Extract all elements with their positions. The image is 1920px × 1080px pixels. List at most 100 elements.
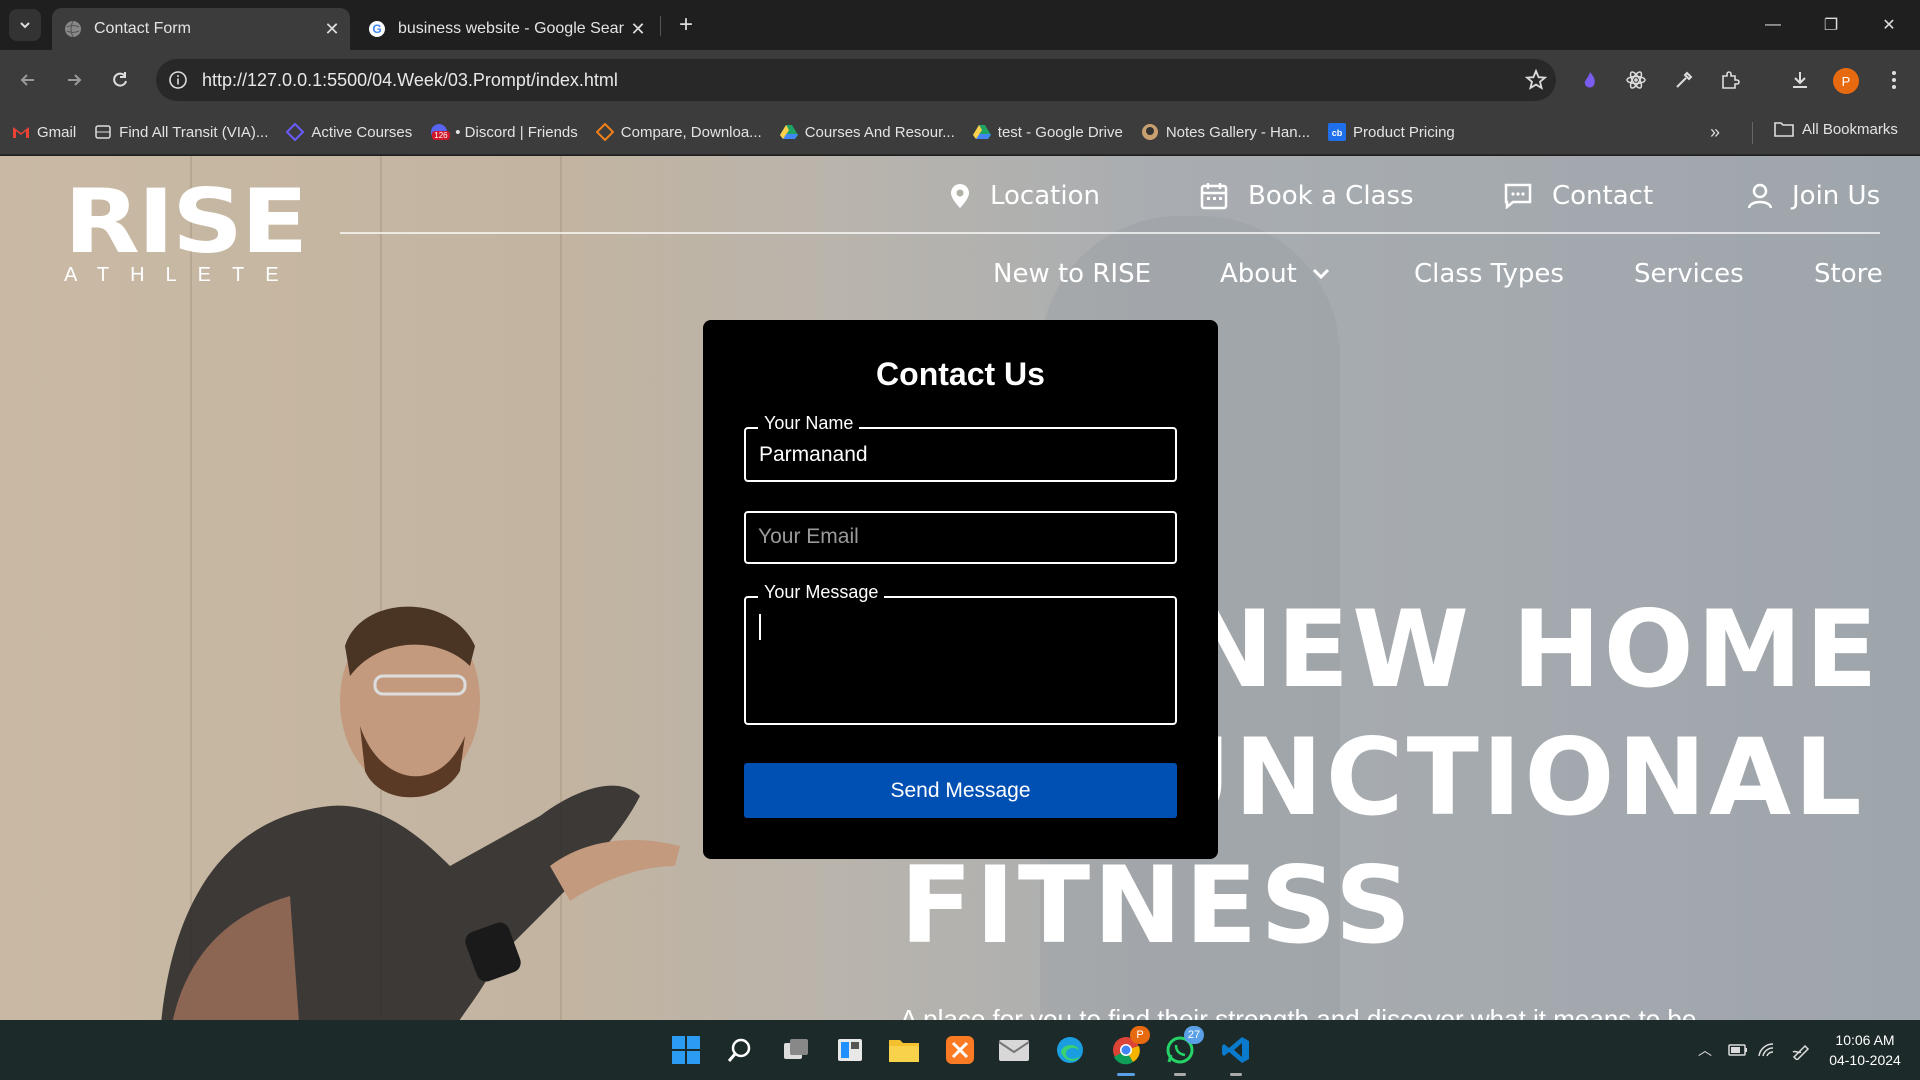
address-bar[interactable]: http://127.0.0.1:5500/04.Week/03.Prompt/… bbox=[156, 59, 1556, 101]
bookmark-label: • Discord | Friends bbox=[455, 123, 578, 141]
name-field[interactable]: Your Name Parmanand bbox=[744, 413, 1177, 482]
pen-icon[interactable] bbox=[1790, 1040, 1812, 1060]
windows-taskbar: P 27 ︿ 10:06 AM 04-10-2024 bbox=[0, 1020, 1920, 1080]
map-pin-icon bbox=[951, 184, 969, 208]
whatsapp-button[interactable]: 27 bbox=[1160, 1026, 1204, 1076]
forward-button[interactable] bbox=[56, 62, 92, 98]
system-clock[interactable]: 10:06 AM 04-10-2024 bbox=[1820, 1030, 1910, 1070]
more-bookmarks-chevron-icon[interactable]: » bbox=[1710, 122, 1720, 143]
bookmark-discord[interactable]: 126 • Discord | Friends bbox=[430, 123, 578, 141]
close-tab-icon[interactable]: ✕ bbox=[626, 19, 650, 40]
bookmark-courses-resources[interactable]: Courses And Resour... bbox=[779, 123, 955, 141]
nav-location-label: Location bbox=[990, 181, 1100, 211]
form-title: Contact Us bbox=[876, 356, 1045, 392]
reload-button[interactable] bbox=[102, 62, 138, 98]
bookmark-product-pricing[interactable]: cb Product Pricing bbox=[1328, 123, 1455, 141]
nav-store[interactable]: Store bbox=[1814, 259, 1883, 289]
nav-location[interactable]: Location bbox=[950, 174, 1100, 218]
bookmark-label: Compare, Downloa... bbox=[620, 123, 762, 141]
edge-button[interactable] bbox=[1050, 1030, 1090, 1070]
bookmark-star-icon[interactable] bbox=[1516, 69, 1556, 91]
hero-line-3: FITNESS bbox=[900, 844, 1415, 967]
close-window-button[interactable]: ✕ bbox=[1860, 0, 1918, 50]
cb-icon: cb bbox=[1328, 123, 1347, 141]
tab-search-button[interactable] bbox=[9, 9, 41, 41]
restore-button[interactable]: ❐ bbox=[1802, 0, 1860, 50]
vscode-button[interactable] bbox=[1216, 1030, 1256, 1076]
message-label: Your Message bbox=[758, 582, 885, 603]
widgets-icon bbox=[838, 1039, 862, 1061]
bookmarks-bar: Gmail Find All Transit (VIA)... Active C… bbox=[0, 110, 1920, 155]
nav-join[interactable]: Join Us bbox=[1748, 174, 1880, 218]
all-bookmarks-button[interactable]: All Bookmarks bbox=[1774, 120, 1898, 138]
chrome-button[interactable]: P bbox=[1106, 1026, 1150, 1076]
bookmark-label: Gmail bbox=[37, 123, 77, 141]
tab-strip: Contact Form ✕ G business website - Goog… bbox=[0, 0, 1920, 50]
bookmark-gmail[interactable]: Gmail bbox=[12, 123, 76, 141]
tab-divider bbox=[660, 16, 661, 36]
tab-google-search[interactable]: G business website - Google Sear ✕ bbox=[356, 8, 656, 50]
bookmark-compare[interactable]: Compare, Downloa... bbox=[595, 123, 762, 141]
calendar-icon bbox=[1200, 183, 1228, 210]
tab-title: Contact Form bbox=[94, 20, 191, 37]
bookmark-notes-gallery[interactable]: Notes Gallery - Han... bbox=[1141, 123, 1310, 141]
new-tab-button[interactable]: + bbox=[670, 10, 702, 42]
profile-avatar[interactable]: P bbox=[1833, 68, 1859, 94]
drive-icon bbox=[779, 123, 798, 141]
extension-react-icon[interactable] bbox=[1618, 62, 1654, 98]
send-message-button[interactable]: Send Message bbox=[744, 763, 1177, 818]
file-explorer-button[interactable] bbox=[884, 1030, 924, 1070]
eyedropper-icon[interactable] bbox=[1666, 62, 1702, 98]
tab-title: business website - Google Sear bbox=[398, 20, 624, 37]
bookmark-label: test - Google Drive bbox=[997, 123, 1123, 141]
wifi-icon[interactable] bbox=[1756, 1040, 1778, 1060]
bookmark-test-drive[interactable]: test - Google Drive bbox=[972, 123, 1123, 141]
extension-flame-icon[interactable] bbox=[1572, 62, 1608, 98]
nav-contact[interactable]: Contact bbox=[1504, 174, 1653, 218]
email-field[interactable]: Your Email bbox=[744, 511, 1177, 564]
nav-about[interactable]: About bbox=[1220, 259, 1331, 289]
nav-class-types[interactable]: Class Types bbox=[1414, 259, 1564, 289]
download-icon[interactable] bbox=[1782, 62, 1818, 98]
nav-about-label: About bbox=[1220, 259, 1297, 289]
search-button[interactable] bbox=[720, 1030, 760, 1070]
back-button[interactable] bbox=[10, 62, 46, 98]
menu-kebab-icon[interactable] bbox=[1876, 62, 1912, 98]
rise-athlete-logo[interactable]: RISE ATHLETE bbox=[64, 178, 308, 287]
tray-overflow-chevron-icon[interactable]: ︿ bbox=[1694, 1040, 1716, 1060]
close-tab-icon[interactable]: ✕ bbox=[320, 19, 344, 40]
bookmark-active-courses[interactable]: Active Courses bbox=[286, 123, 412, 141]
nav-contact-label: Contact bbox=[1552, 181, 1654, 211]
open-indicator bbox=[1174, 1073, 1186, 1076]
message-field[interactable]: Your Message bbox=[744, 582, 1177, 725]
battery-icon[interactable] bbox=[1727, 1040, 1749, 1060]
nav-book-label: Book a Class bbox=[1248, 181, 1414, 211]
task-view-button[interactable] bbox=[776, 1030, 816, 1070]
tab-contact-form[interactable]: Contact Form ✕ bbox=[52, 8, 350, 50]
notes-icon bbox=[1141, 123, 1159, 141]
nav-services[interactable]: Services bbox=[1634, 259, 1744, 289]
chevron-down-icon bbox=[1312, 268, 1329, 280]
nav-join-label: Join Us bbox=[1792, 181, 1881, 211]
start-button[interactable] bbox=[666, 1030, 706, 1070]
xampp-button[interactable] bbox=[940, 1030, 980, 1070]
site-info-icon[interactable] bbox=[160, 62, 196, 98]
notification-badge: 126 bbox=[432, 131, 450, 140]
nav-divider bbox=[340, 232, 1880, 234]
google-icon: G bbox=[368, 20, 386, 38]
task-view-icon bbox=[784, 1039, 808, 1059]
nav-new-to-rise[interactable]: New to RISE bbox=[993, 259, 1151, 289]
email-placeholder: Your Email bbox=[758, 525, 859, 548]
widgets-button[interactable] bbox=[830, 1030, 870, 1070]
extensions-puzzle-icon[interactable] bbox=[1712, 62, 1748, 98]
hero-line-1: NEW HOME bbox=[1185, 588, 1881, 711]
edge-icon bbox=[1057, 1037, 1083, 1063]
mail-button[interactable] bbox=[994, 1030, 1034, 1070]
folder-icon bbox=[889, 1040, 919, 1062]
bookmark-transit[interactable]: Find All Transit (VIA)... bbox=[94, 123, 268, 141]
discord-icon: 126 bbox=[430, 123, 450, 141]
all-bookmarks-label: All Bookmarks bbox=[1802, 120, 1898, 138]
minimize-button[interactable]: — bbox=[1744, 0, 1802, 50]
nav-book-class[interactable]: Book a Class bbox=[1200, 174, 1414, 218]
hero-line-2: UNCTIONAL bbox=[1145, 716, 1865, 839]
